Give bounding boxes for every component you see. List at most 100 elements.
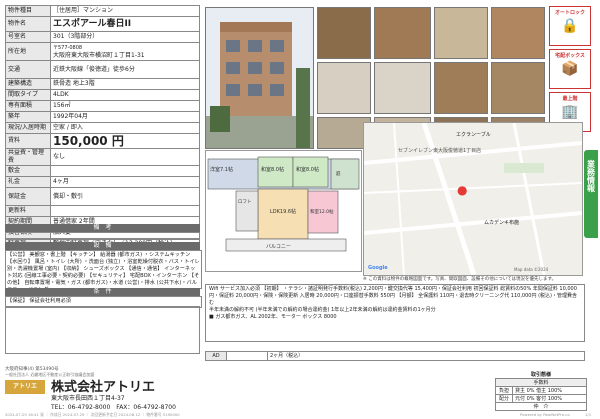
fee-row-label: 負担 (496, 387, 513, 394)
location-map[interactable]: ● エクランーブル セブンイレブン東大阪俊徳道1丁目店 ムカデンキ布施 Goog… (363, 122, 583, 276)
spec-label: 物件種目 (5, 5, 51, 17)
autolock-label: オートロック (554, 10, 585, 16)
top-floor-label: 最上階 (562, 96, 578, 102)
spec-value (50, 165, 200, 177)
lock-icon: 🔒 (561, 18, 579, 34)
floor-plan-drawing: 和室8.0帖 和室8.0帖 洋室7.1帖 LDK19.6帖 和室12.0帖 バル… (207, 156, 360, 252)
spec-value: 301（3階部分） (50, 31, 200, 43)
ad-value: 2ヶ月（税込） (270, 353, 304, 359)
company-info: 大阪府知事(4) 第53490号 一般社団法人 近畿地区不動産公正取引協議会加盟… (5, 366, 255, 416)
interior-photo (434, 62, 488, 114)
equipment-heading: 設 備 (5, 242, 200, 250)
page-number: 1/1 (585, 412, 592, 417)
spec-value: 償却・敷引 (50, 187, 200, 206)
interior-photo (374, 7, 431, 59)
map-pin-icon: ● (457, 183, 468, 197)
spec-label: 賃料 (5, 133, 51, 149)
ad-label: AD (206, 352, 227, 360)
feature-badge-autolock: オートロック 🔒 (549, 6, 591, 46)
company-address: 東大阪市長田西１丁目4-37 (51, 395, 125, 402)
notes-box: Wifi サービス加入必須 【初期】 ・テラシ・諸証明発行手数料(税込) 2,2… (205, 284, 585, 342)
spec-value: 鉄骨造 地上3階 (50, 78, 200, 90)
fee-row-value: 元付 0% 客付 100% (515, 396, 562, 402)
deposit-note: 償却・敷引 (53, 192, 84, 200)
transaction-mode: 仲 介 (495, 403, 587, 411)
spec-label: 敷金 (5, 165, 51, 177)
spec-value: 156㎡ (50, 100, 200, 112)
room-label: 和室8.0帖 (296, 166, 319, 173)
building-icon: 🏢 (561, 104, 579, 120)
spec-label: 建築構造 (5, 78, 51, 90)
google-logo: Google (368, 265, 388, 271)
map-drawing (364, 123, 582, 275)
property-name: エスポアール春日II (50, 16, 200, 32)
spec-label: 物件名 (5, 16, 51, 32)
delivery-box-label: 宅配ボックス (555, 53, 585, 59)
company-phone: TEL：06-4792-8000 FAX：06-4792-8700 (51, 404, 176, 411)
spec-value: 4LDK (50, 89, 200, 101)
map-label: エクランーブル (456, 132, 491, 138)
room-label: LDK19.6帖 (270, 208, 296, 215)
powered-by: Powered by RealNetPro.co (520, 412, 570, 417)
business-info-label: 業務情報 (586, 160, 596, 192)
package-icon: 📦 (561, 61, 579, 77)
spec-label: 号室名 (5, 31, 51, 43)
spec-value: 4ヶ月 (50, 176, 200, 188)
remarks-heading: 備 考 (5, 224, 200, 232)
spec-value: 近鉄大阪線「俊徳道」徒歩6分 (50, 60, 200, 79)
spec-label: 間取タイプ (5, 89, 51, 101)
spec-value: なし (50, 148, 200, 166)
room-label: 和室12.0帖 (310, 208, 334, 215)
interior-photo (491, 62, 545, 114)
room-label: 洋室7.1帖 (210, 166, 233, 173)
map-caption: ※ この資料は物件の概略図面です。写真、間取図面、設備その他については現況を優先… (363, 277, 557, 282)
notes-text-2: 半年未満の解約不可 (半年未満での解約の場合違約金) 1年以上2年未満の解約は違… (209, 307, 436, 313)
ad-blank (227, 352, 268, 360)
address: 大阪府東大阪市横沼町１丁目1-31 (53, 51, 145, 59)
property-spec-table: 物件種目 ［住居用］マンション 物件名 エスポアール春日II 号室名 301（3階部分… (5, 5, 200, 250)
transaction-box: 取引態様 手数料 負担 貸主 0% 借主 100% 配分 元付 0% 客付 10… (495, 371, 587, 411)
spec-label: 現況/入居時期 (5, 122, 51, 134)
spec-label: 礼金 (5, 176, 51, 188)
room-label: ロフト (238, 199, 252, 205)
map-label: セブンイレブン東大阪俊徳道1丁目店 (398, 148, 482, 154)
fee-row: 負担 貸主 0% 借主 100% (495, 387, 587, 395)
feature-badge-delivery-box: 宅配ボックス 📦 (549, 49, 591, 89)
floor-plan: 和室8.0帖 和室8.0帖 洋室7.1帖 LDK19.6帖 和室12.0帖 バル… (205, 150, 362, 272)
rent-price: 150,000 円 (50, 133, 200, 149)
fee-row-label: 配分 (496, 395, 513, 402)
equipment-text: 【公営】 美観窓・書上階 【キッチン】 給湯器 (都市ガス) ・システムキッチン… (5, 250, 202, 293)
spec-label: 所在地 (5, 42, 51, 61)
interior-photo (317, 7, 371, 59)
building-illustration (206, 8, 313, 148)
spec-label: 築年 (5, 111, 51, 123)
postal-code: 〒577-0808 (53, 44, 83, 51)
ad-row: AD 2ヶ月（税込） (205, 351, 585, 361)
map-attribution: Map data ©2024 (514, 267, 549, 272)
business-info-tab[interactable]: 業務情報 (584, 150, 598, 238)
map-label: ムカデンキ布施 (484, 220, 520, 226)
interior-photo (491, 7, 545, 59)
spec-label: 保証金 (5, 187, 51, 206)
building-photo (205, 7, 314, 149)
notes-text-3: ■ ガス都市ガス、AL 2002年、モーター ボックス 8000 (209, 314, 337, 320)
spec-value: ［住居用］マンション (50, 5, 200, 17)
notes-text: Wifi サービス加入必須 【初期】 ・テラシ・諸証明発行手数料(税込) 2,2… (209, 286, 577, 306)
interior-photo (374, 62, 431, 114)
company-logo: アトリエ (5, 380, 45, 394)
spec-value: 空家 / 即入 (50, 122, 200, 134)
interior-photo (317, 62, 371, 114)
spec-label: 交通 (5, 60, 51, 79)
blank-box (5, 306, 200, 354)
room-label: 和室8.0帖 (261, 166, 284, 173)
spec-value (50, 205, 200, 217)
spec-value: 〒577-0808 大阪府東大阪市横沼町１丁目1-31 (50, 42, 200, 61)
interior-photo (434, 7, 488, 59)
remarks-box (5, 232, 200, 240)
fee-row: 配分 元付 0% 客付 100% (495, 395, 587, 403)
spec-label: 更新料 (5, 205, 51, 217)
spec-value: 1992年04月 (50, 111, 200, 123)
print-meta: 2024.07.29 16:41 発 ｜ 作成日 2024.07.29 ｜ 次回… (5, 412, 180, 417)
spec-label: 専有面積 (5, 100, 51, 112)
transaction-title: 取引態様 (530, 372, 551, 378)
